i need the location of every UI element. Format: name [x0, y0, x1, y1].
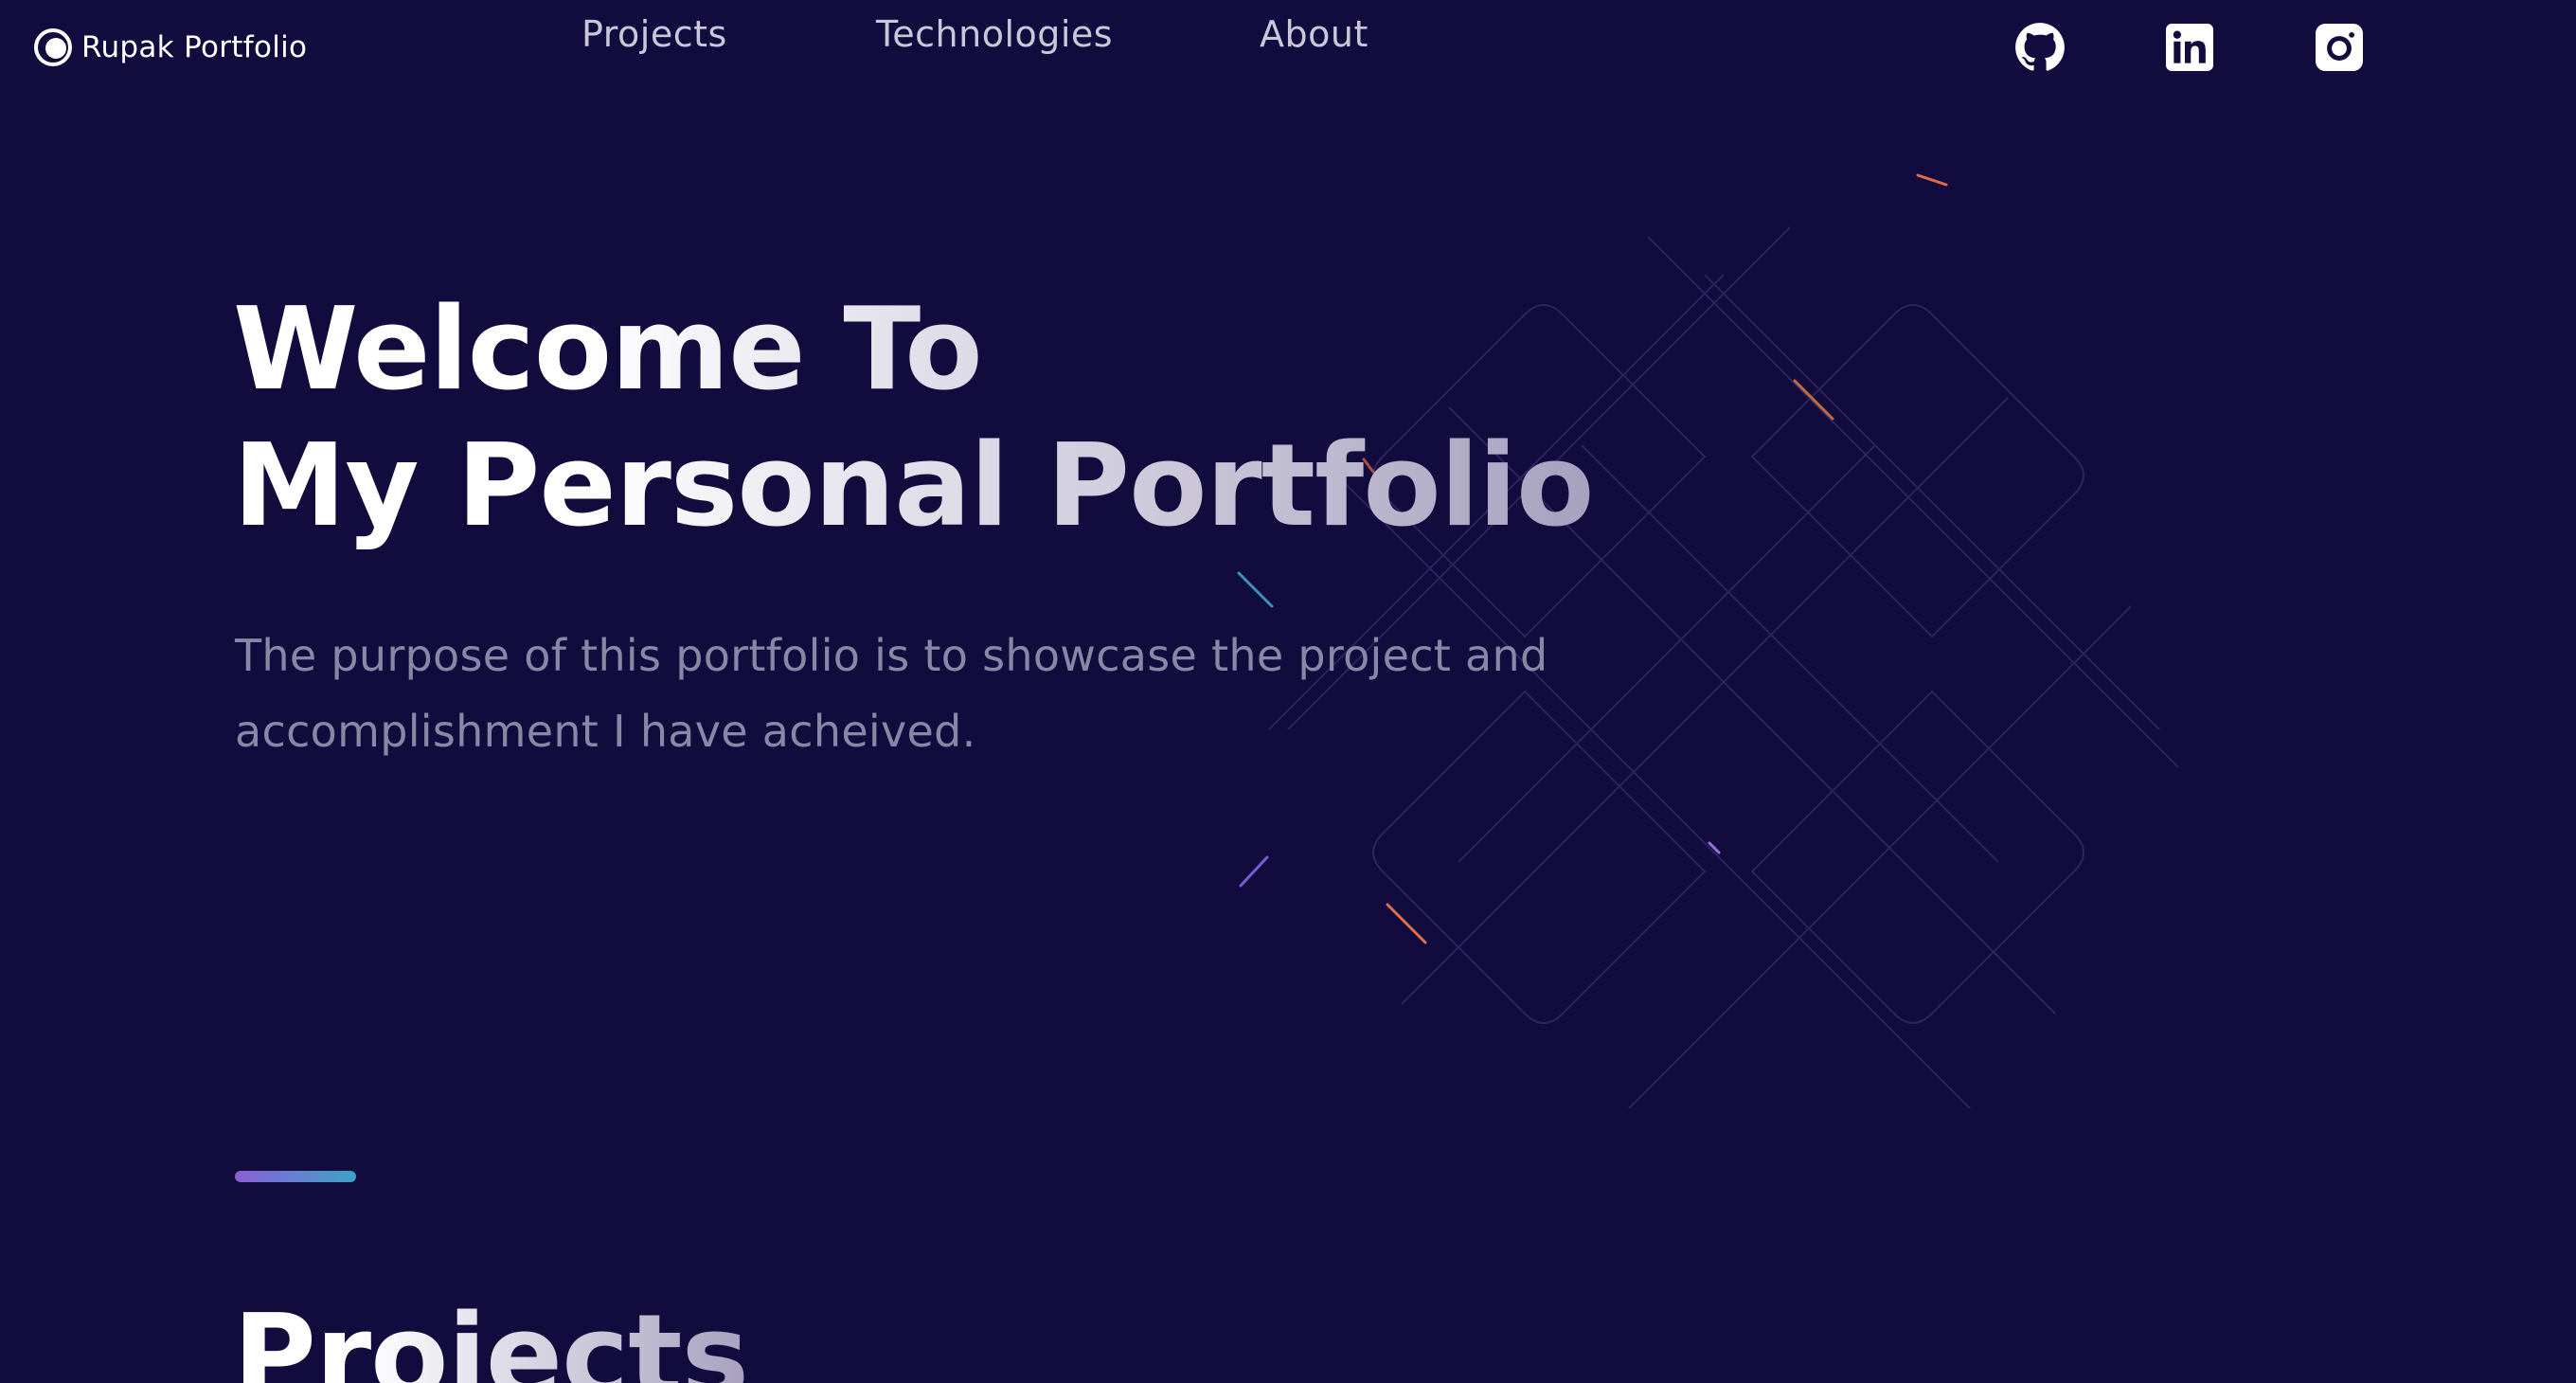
brand-link[interactable]: Rupak Portfolio: [32, 27, 307, 68]
top-nav: Rupak Portfolio Projects Technologies Ab…: [0, 0, 2576, 104]
hero-subtitle: The purpose of this portfolio is to show…: [235, 630, 1548, 757]
instagram-link[interactable]: [2313, 21, 2366, 74]
nav-link-projects[interactable]: Projects: [581, 9, 727, 59]
instagram-icon: [2316, 24, 2363, 71]
hero-title: Welcome To My Personal Portfolio: [233, 282, 1594, 555]
projects-section-title: Projects: [233, 1286, 749, 1383]
linkedin-link[interactable]: [2163, 21, 2216, 74]
nav-link-about[interactable]: About: [1260, 9, 1368, 59]
github-link[interactable]: [2013, 21, 2066, 74]
github-icon: [2015, 23, 2065, 71]
section-divider: [235, 1171, 356, 1182]
hero-title-line-2: My Personal Portfolio: [233, 419, 1594, 555]
portfolio-page: Rupak Portfolio Projects Technologies Ab…: [0, 0, 2576, 1383]
brand-name: Rupak Portfolio: [81, 30, 308, 64]
linkedin-icon: [2166, 24, 2213, 71]
hero-title-line-1: Welcome To: [233, 282, 1593, 419]
nav-link-technologies[interactable]: Technologies: [876, 9, 1113, 59]
brand-logo-icon: [34, 28, 72, 66]
